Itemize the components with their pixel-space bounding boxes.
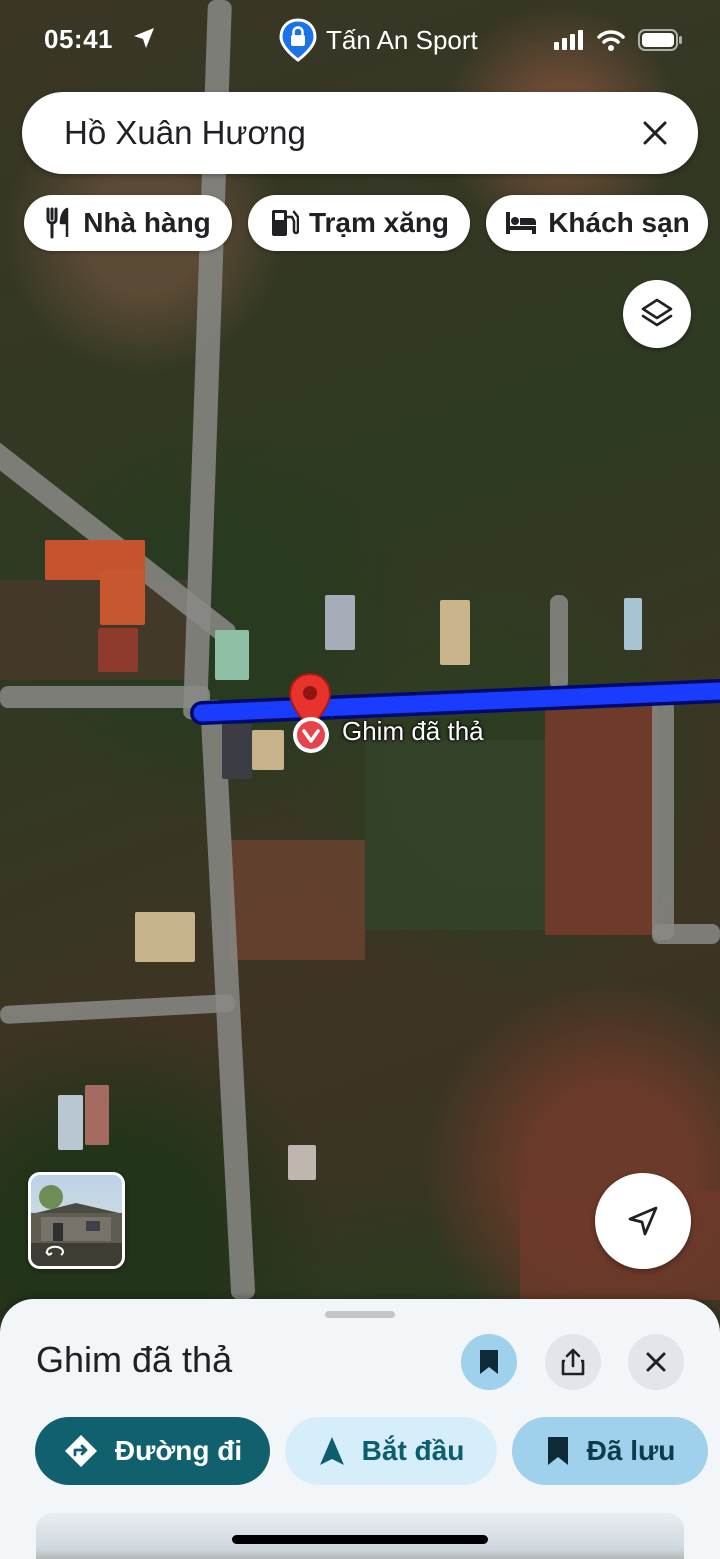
navigation-icon	[319, 1437, 344, 1465]
close-icon[interactable]	[640, 118, 670, 148]
wifi-icon	[597, 30, 625, 51]
hotspot-lock-icon	[279, 18, 317, 62]
bookmark-icon	[547, 1437, 568, 1465]
chip-restaurant[interactable]: Nhà hàng	[24, 195, 232, 251]
my-location-button[interactable]	[595, 1173, 691, 1269]
location-arrow-icon	[134, 28, 154, 48]
pin-marker-icon[interactable]	[290, 714, 332, 756]
share-button[interactable]	[545, 1334, 601, 1390]
directions-label: Đường đi	[114, 1435, 243, 1466]
sheet-title: Ghim đã thả	[36, 1339, 233, 1380]
chip-hotel[interactable]: Khách sạn	[486, 195, 708, 251]
search-bar[interactable]: Hồ Xuân Hương	[22, 92, 698, 174]
status-time: 05:41	[44, 24, 113, 54]
close-sheet-button[interactable]	[628, 1334, 684, 1390]
restaurant-icon	[46, 207, 69, 239]
chip-hotel-label: Khách sạn	[548, 207, 690, 238]
battery-icon	[638, 29, 682, 51]
status-bar: 05:41 Tấn An Sport	[0, 0, 720, 82]
place-bottom-sheet[interactable]: Ghim đã thả Đường đi Bắt đầu Đã lưu	[0, 1299, 720, 1559]
close-icon	[646, 1352, 666, 1372]
save-icon-button[interactable]	[461, 1334, 517, 1390]
saved-label: Đã lưu	[586, 1435, 676, 1466]
search-input[interactable]: Hồ Xuân Hương	[64, 114, 306, 152]
start-navigation-button[interactable]: Bắt đầu	[285, 1417, 497, 1485]
cellular-signal-icon	[554, 30, 583, 50]
hotspot-name: Tấn An Sport	[326, 24, 478, 55]
chip-gas-station[interactable]: Trạm xăng	[248, 195, 470, 251]
hotel-icon	[506, 212, 537, 234]
layers-icon	[641, 298, 673, 327]
saved-button[interactable]: Đã lưu	[512, 1417, 708, 1485]
gas-station-icon	[271, 210, 299, 236]
chip-gas-station-label: Trạm xăng	[308, 207, 450, 238]
sheet-grab-handle[interactable]	[325, 1311, 395, 1318]
share-icon	[561, 1348, 585, 1376]
bookmark-icon	[480, 1350, 498, 1374]
home-indicator[interactable]	[232, 1535, 488, 1544]
street-view-scene	[31, 1185, 122, 1266]
chip-restaurant-label: Nhà hàng	[83, 207, 211, 238]
pin-label[interactable]: Ghim đã thả	[342, 716, 484, 747]
navigation-arrow-icon	[628, 1206, 658, 1236]
start-label: Bắt đầu	[361, 1435, 465, 1466]
hotspot-indicator[interactable]: Tấn An Sport	[278, 18, 478, 62]
directions-icon	[64, 1435, 97, 1467]
layers-button[interactable]	[623, 280, 691, 348]
street-view-thumbnail[interactable]	[28, 1172, 125, 1269]
directions-button[interactable]: Đường đi	[35, 1417, 270, 1485]
